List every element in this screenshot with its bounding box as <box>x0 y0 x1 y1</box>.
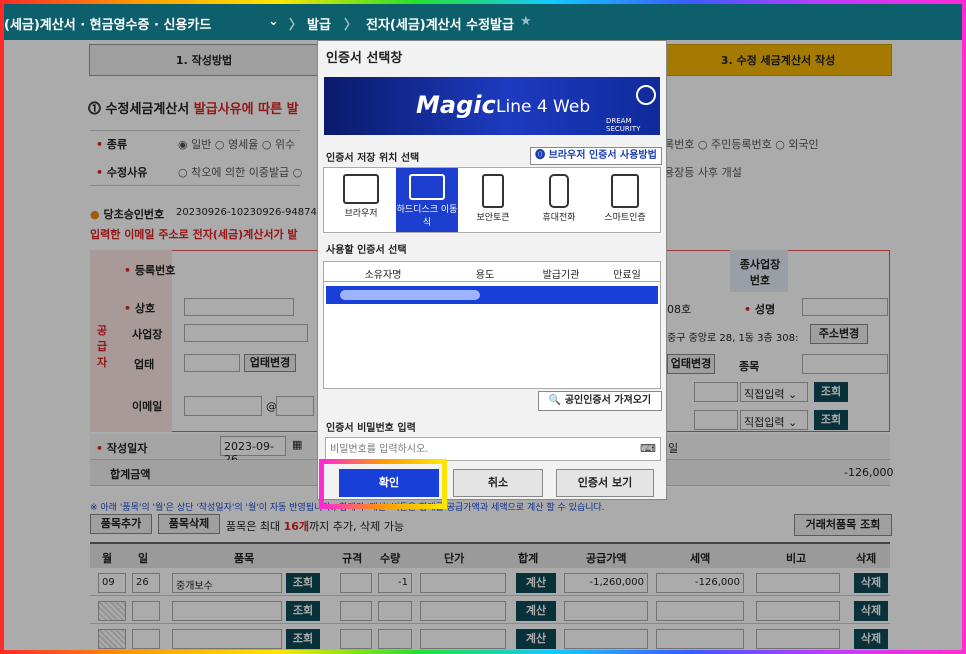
dreamsecurity-logo-icon <box>636 85 656 105</box>
certificate-dialog: 인증서 선택창 Magic Line 4 Web DREAM SECURITY … <box>317 40 667 509</box>
redacted-owner <box>340 290 480 300</box>
dialog-title: 인증서 선택창 <box>326 51 403 66</box>
keyboard-icon[interactable]: ⌨ <box>640 442 656 455</box>
security-token-icon <box>482 174 504 208</box>
banner-subtitle: Line 4 Web <box>496 97 591 117</box>
certificate-row-selected[interactable] <box>326 286 658 304</box>
import-certificate-button[interactable]: 🔍 공인인증서 가져오기 <box>538 391 662 411</box>
select-label: 사용할 인증서 선택 <box>326 245 407 256</box>
breadcrumb-separator-icon: 〉 <box>289 18 303 33</box>
mobile-phone-icon <box>549 174 569 208</box>
breadcrumb-category[interactable]: (세금)계산서 · 현금영수증 · 신용카드 <box>4 14 211 33</box>
ok-button[interactable]: 확인 <box>339 469 439 497</box>
storage-phone[interactable]: 휴대전화 <box>528 168 590 232</box>
storage-token[interactable]: 보안토큰 <box>462 168 524 232</box>
password-input[interactable] <box>325 437 661 461</box>
cert-col-usage: 용도 <box>475 270 495 281</box>
cert-col-issuer: 발급기관 <box>542 270 580 281</box>
banner-brand: DREAM SECURITY <box>606 117 641 133</box>
magicline-banner: Magic Line 4 Web DREAM SECURITY <box>324 77 660 135</box>
storage-smart[interactable]: 스마트인증 <box>594 168 656 232</box>
favorite-star-icon[interactable]: ★ <box>520 14 532 29</box>
storage-options: 브라우저 하드디스크 이동식 보안토큰 휴대전화 스마트인증 <box>323 167 661 233</box>
chevron-down-icon[interactable]: ⌄ <box>268 14 279 29</box>
cert-list-header: 소유자명 용도 발급기관 만료일 <box>324 262 660 282</box>
browser-help-button[interactable]: ⓿ 브라우저 인증서 사용방법 <box>530 147 662 165</box>
storage-harddisk[interactable]: 하드디스크 이동식 <box>396 168 458 232</box>
breadcrumb-separator-icon: 〉 <box>344 18 358 33</box>
breadcrumb-current: 전자(세금)계산서 수정발급 <box>366 18 514 33</box>
storage-label: 인증서 저장 위치 선택 <box>326 153 420 164</box>
smart-cert-icon <box>611 174 639 208</box>
breadcrumb-issue[interactable]: 발급 <box>307 14 331 33</box>
browser-icon <box>343 174 379 204</box>
storage-browser[interactable]: 브라우저 <box>330 168 392 232</box>
password-label: 인증서 비밀번호 입력 <box>326 423 416 434</box>
banner-title: Magic <box>416 91 496 119</box>
top-navigation-bar: (세금)계산서 · 현금영수증 · 신용카드 ⌄ 〉 발급 〉 전자(세금)계산… <box>4 4 962 40</box>
browser-screen: (세금)계산서 · 현금영수증 · 신용카드 ⌄ 〉 발급 〉 전자(세금)계산… <box>4 4 962 650</box>
view-certificate-button[interactable]: 인증서 보기 <box>556 469 654 497</box>
cert-col-expiry: 만료일 <box>613 270 641 281</box>
harddisk-icon <box>409 174 445 200</box>
cert-col-owner: 소유자명 <box>364 270 402 281</box>
certificate-list: 소유자명 용도 발급기관 만료일 <box>323 261 661 389</box>
cancel-button[interactable]: 취소 <box>453 469 543 497</box>
